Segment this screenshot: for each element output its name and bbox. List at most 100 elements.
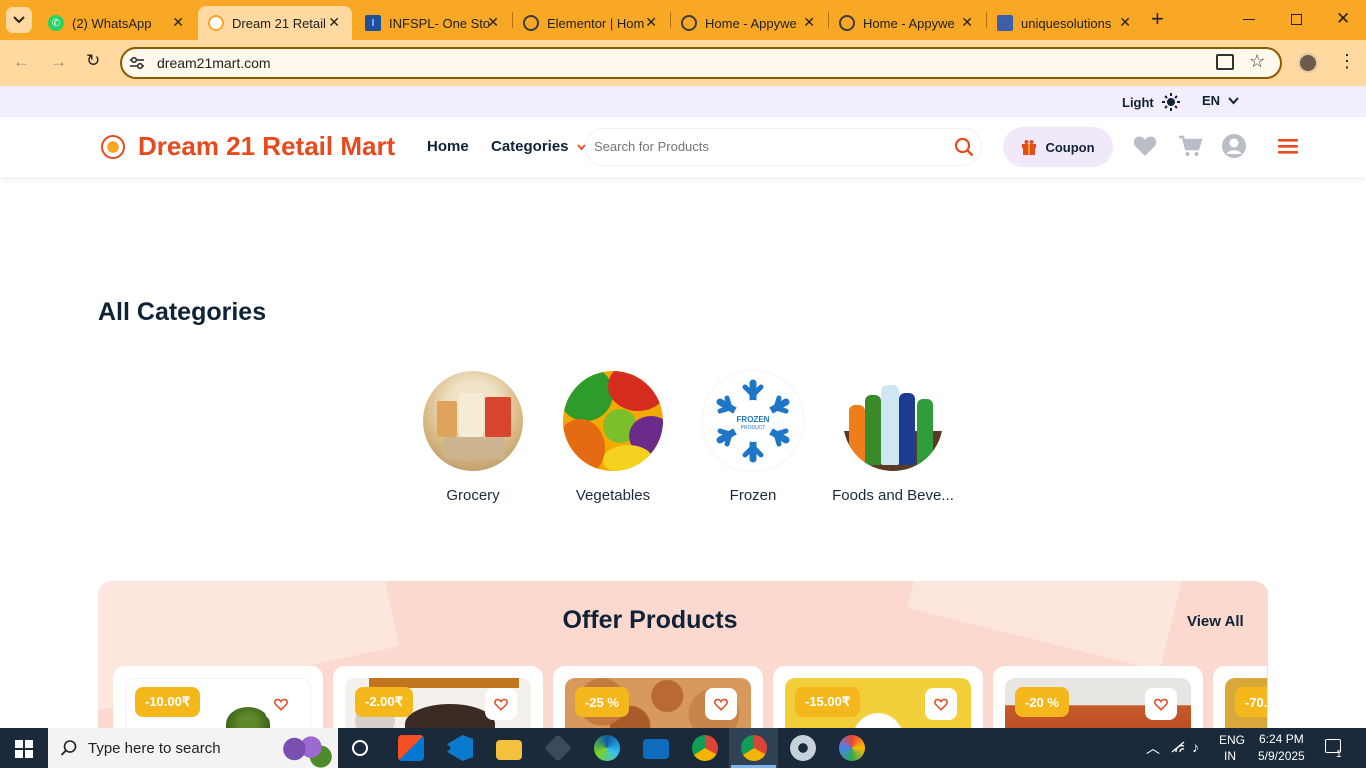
chevron-down-icon [13, 16, 25, 24]
nav-categories[interactable]: Categories [491, 138, 586, 155]
site-favicon-icon [208, 15, 224, 31]
clock-date[interactable]: 5/9/2025 [1258, 749, 1305, 763]
discount-badge: -25 % [575, 687, 629, 717]
theme-label: Light [1122, 94, 1154, 110]
tab-title: Elementor | Hom [547, 15, 645, 31]
discount-badge: -70. [1235, 687, 1267, 717]
browser-tab-appyweb-2[interactable]: Home - Appywe ✕ [829, 6, 985, 40]
view-all-link[interactable]: View All [1187, 613, 1244, 630]
category-grocery[interactable]: Grocery [408, 371, 538, 504]
close-icon[interactable]: ✕ [803, 14, 815, 31]
browser-tab-appyweb-1[interactable]: Home - Appywe ✕ [671, 6, 827, 40]
brand-name[interactable]: Dream 21 Retail Mart [138, 131, 395, 162]
product-card[interactable]: -10.00₹ [113, 666, 323, 728]
browser-tab-elementor[interactable]: Elementor | Hom ✕ [513, 6, 669, 40]
heart-icon [714, 698, 728, 711]
wishlist-heart-icon[interactable] [1132, 133, 1158, 159]
globe-icon [681, 15, 697, 31]
edge-app-icon[interactable] [594, 735, 620, 761]
discount-badge: -2.00₹ [355, 687, 413, 717]
site-settings-icon[interactable] [128, 54, 146, 72]
vegetables-image [563, 371, 663, 471]
product-card[interactable]: -2.00₹ [333, 666, 543, 728]
discount-badge: -10.00₹ [135, 687, 201, 717]
close-icon[interactable]: ✕ [172, 14, 184, 31]
category-frozen[interactable]: FROZEN PRODUCT Frozen [688, 371, 818, 504]
taskbar-search-placeholder: Type here to search [88, 740, 221, 757]
tab-title: Home - Appywe [705, 15, 797, 31]
close-icon[interactable]: ✕ [961, 14, 973, 31]
restore-button[interactable] [1291, 14, 1302, 25]
minimize-button[interactable] [1243, 19, 1255, 20]
language-select[interactable]: EN [1202, 93, 1239, 108]
globe-icon [839, 15, 855, 31]
wishlist-button[interactable] [925, 688, 957, 720]
browser-tab-dream21[interactable]: Dream 21 Retail ✕ [198, 6, 352, 40]
search-icon[interactable] [954, 137, 974, 157]
paint-app-icon[interactable] [839, 735, 865, 761]
category-vegetables[interactable]: Vegetables [548, 371, 678, 504]
back-arrow-icon[interactable]: ← [13, 52, 30, 72]
close-window-button[interactable]: ✕ [1336, 9, 1350, 29]
user-account-icon[interactable] [1221, 133, 1247, 159]
wishlist-button[interactable] [1145, 688, 1177, 720]
close-icon[interactable]: ✕ [1119, 14, 1131, 31]
product-card[interactable]: -15.00₹ [773, 666, 983, 728]
settings-gear-icon[interactable] [790, 735, 816, 761]
new-tab-button[interactable]: + [1151, 8, 1164, 30]
start-button[interactable] [15, 740, 33, 758]
profile-avatar[interactable] [1298, 53, 1318, 73]
chrome-app-icon[interactable] [741, 735, 767, 761]
browser-menu-icon[interactable]: ⋮ [1338, 51, 1356, 72]
wifi-icon[interactable] [1170, 740, 1186, 754]
file-explorer-icon[interactable] [496, 740, 522, 760]
tab-title: (2) WhatsApp [72, 15, 152, 31]
language-indicator-line1[interactable]: ENG [1219, 733, 1245, 747]
search-highlight-image [268, 730, 334, 768]
url-text[interactable]: dream21mart.com [157, 55, 271, 71]
sun-icon [1161, 93, 1180, 111]
hamburger-menu-icon[interactable] [1275, 133, 1301, 159]
product-card[interactable]: -25 % [553, 666, 763, 728]
reload-icon[interactable]: ↻ [86, 51, 100, 71]
tab-title: Dream 21 Retail [232, 15, 326, 31]
wishlist-button[interactable] [485, 688, 517, 720]
close-icon[interactable]: ✕ [487, 14, 499, 31]
volume-icon[interactable]: ♪ [1192, 739, 1199, 755]
task-view-icon[interactable] [352, 740, 368, 756]
tab-search-button[interactable] [6, 7, 32, 33]
omnibox[interactable] [120, 47, 1282, 79]
forward-arrow-icon[interactable]: → [50, 52, 67, 72]
store-app-icon[interactable] [398, 735, 424, 761]
category-label: Grocery [446, 487, 500, 504]
clock-time[interactable]: 6:24 PM [1259, 732, 1304, 746]
wishlist-button[interactable] [705, 688, 737, 720]
mail-app-icon[interactable] [643, 739, 669, 759]
bookmark-star-icon[interactable]: ☆ [1249, 51, 1265, 72]
install-app-icon[interactable] [1216, 54, 1234, 70]
theme-toggle[interactable]: Light [1122, 93, 1180, 111]
language-indicator-line2[interactable]: IN [1224, 749, 1236, 763]
wishlist-button[interactable] [265, 688, 297, 720]
tab-title: INFSPL- One Sto [389, 15, 491, 31]
close-icon[interactable]: ✕ [645, 14, 657, 31]
product-card[interactable]: -20 % [993, 666, 1203, 728]
browser-tab-whatsapp[interactable]: ✆ (2) WhatsApp ✕ [38, 6, 196, 40]
nav-home[interactable]: Home [427, 138, 469, 155]
browser-tab-infspl[interactable]: I INFSPL- One Sto ✕ [355, 6, 511, 40]
frozen-badge-line2: PRODUCT [740, 425, 766, 431]
coupon-button[interactable]: Coupon [1003, 127, 1113, 167]
chrome-app-icon[interactable] [692, 735, 718, 761]
heart-icon [934, 698, 948, 711]
offer-products-title: Offer Products [562, 606, 738, 634]
chevron-down-icon [1228, 96, 1239, 104]
browser-tab-uniquesolutions[interactable]: uniquesolutions ✕ [987, 6, 1143, 40]
search-input[interactable] [594, 136, 934, 156]
product-card[interactable]: -70. [1213, 666, 1267, 728]
category-foods-beverages[interactable]: Foods and Beve... [828, 371, 958, 504]
show-hidden-icons-chevron[interactable]: ︿ [1146, 738, 1160, 758]
close-icon[interactable]: ✕ [328, 14, 340, 31]
brand-logo[interactable] [101, 135, 125, 159]
tab-title: Home - Appywe [863, 15, 955, 31]
cart-icon[interactable] [1177, 133, 1203, 159]
